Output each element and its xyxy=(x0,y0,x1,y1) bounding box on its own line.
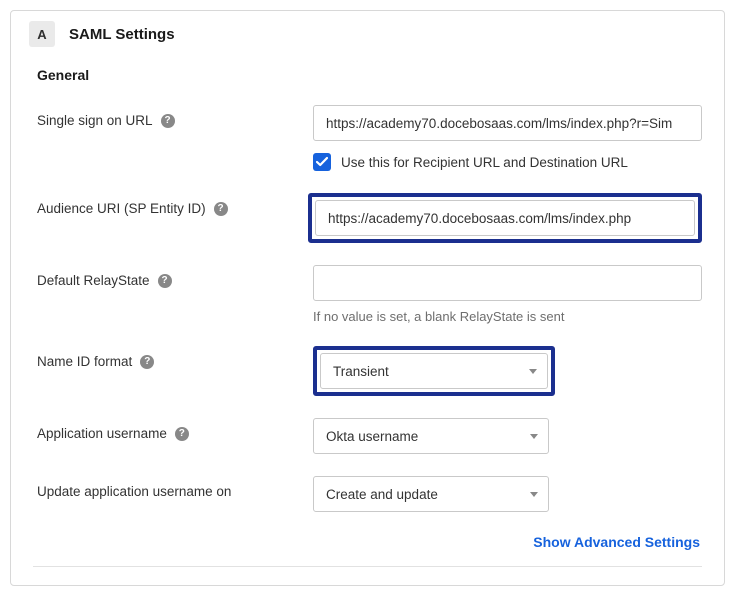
label-text: Single sign on URL xyxy=(37,113,153,128)
help-icon[interactable]: ? xyxy=(161,114,175,128)
checkbox-label: Use this for Recipient URL and Destinati… xyxy=(341,155,628,170)
label-audience-uri: Audience URI (SP Entity ID) ? xyxy=(33,193,308,216)
panel-header: A SAML Settings xyxy=(29,21,702,47)
label-text: Name ID format xyxy=(37,354,132,369)
app-username-select[interactable]: Okta username xyxy=(313,418,549,454)
step-badge: A xyxy=(29,21,55,47)
label-name-id: Name ID format ? xyxy=(33,346,313,369)
panel-title: SAML Settings xyxy=(69,26,175,43)
help-icon[interactable]: ? xyxy=(158,274,172,288)
label-relay-state: Default RelayState ? xyxy=(33,265,313,288)
name-id-select[interactable]: Transient xyxy=(320,353,548,389)
section-title-general: General xyxy=(37,67,702,83)
audience-uri-input[interactable] xyxy=(315,200,695,236)
row-name-id: Name ID format ? Transient xyxy=(33,346,702,396)
row-app-username: Application username ? Okta username xyxy=(33,418,702,454)
label-text: Default RelayState xyxy=(37,273,150,288)
recipient-destination-checkbox[interactable] xyxy=(313,153,331,171)
help-icon[interactable]: ? xyxy=(214,202,228,216)
relay-state-input[interactable] xyxy=(313,265,702,301)
label-app-username: Application username ? xyxy=(33,418,313,441)
label-text: Update application username on xyxy=(37,484,231,499)
help-icon[interactable]: ? xyxy=(140,355,154,369)
row-relay-state: Default RelayState ? If no value is set,… xyxy=(33,265,702,324)
divider xyxy=(33,566,702,567)
row-audience-uri: Audience URI (SP Entity ID) ? xyxy=(33,193,702,243)
select-value: Transient xyxy=(333,364,389,379)
label-text: Audience URI (SP Entity ID) xyxy=(37,201,206,216)
show-advanced-settings-link[interactable]: Show Advanced Settings xyxy=(533,534,700,550)
label-text: Application username xyxy=(37,426,167,441)
saml-settings-panel: A SAML Settings General Single sign on U… xyxy=(10,10,725,586)
update-on-select[interactable]: Create and update xyxy=(313,476,549,512)
relay-state-helper: If no value is set, a blank RelayState i… xyxy=(313,309,702,324)
label-update-on: Update application username on xyxy=(33,476,313,499)
label-sso-url: Single sign on URL ? xyxy=(33,105,313,128)
select-value: Okta username xyxy=(326,429,418,444)
highlight-name-id: Transient xyxy=(313,346,555,396)
chevron-down-icon xyxy=(530,434,538,439)
chevron-down-icon xyxy=(529,369,537,374)
sso-url-input[interactable] xyxy=(313,105,702,141)
row-update-on: Update application username on Create an… xyxy=(33,476,702,512)
row-sso-url: Single sign on URL ? Use this for Recipi… xyxy=(33,105,702,171)
select-value: Create and update xyxy=(326,487,438,502)
chevron-down-icon xyxy=(530,492,538,497)
highlight-audience-uri xyxy=(308,193,702,243)
help-icon[interactable]: ? xyxy=(175,427,189,441)
